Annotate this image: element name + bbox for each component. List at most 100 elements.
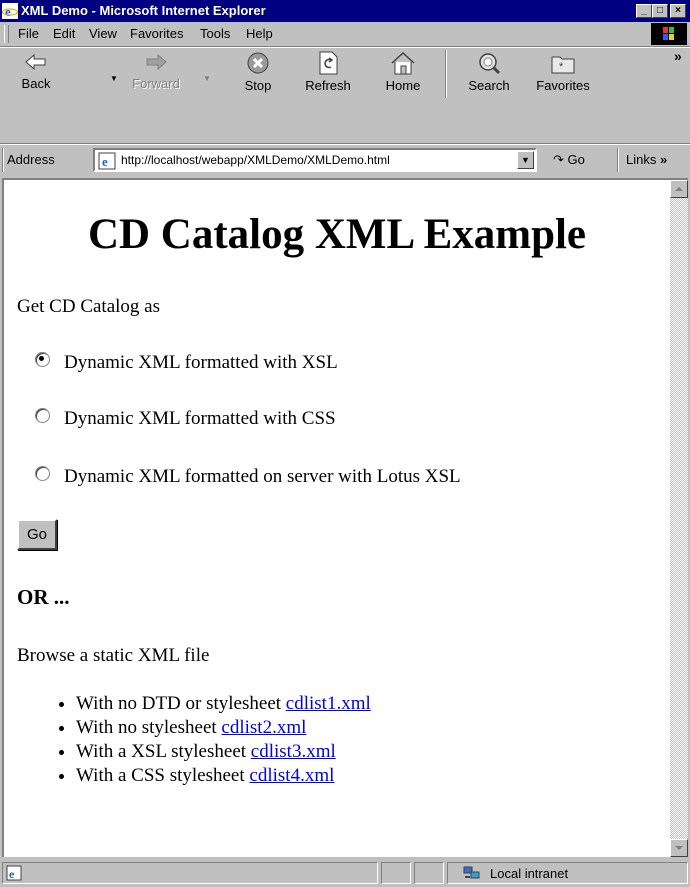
- status-bar: e Local intranet: [0, 859, 690, 887]
- file-link[interactable]: cdlist2.xml: [221, 717, 306, 738]
- links-grip[interactable]: [617, 148, 619, 172]
- option-xsl[interactable]: Dynamic XML formatted with XSL: [35, 352, 338, 374]
- home-icon: [391, 51, 415, 75]
- favorites-icon: *: [551, 56, 575, 74]
- menu-grip[interactable]: [4, 25, 9, 43]
- toolbar-overflow-button[interactable]: »: [674, 48, 682, 64]
- file-description: With a CSS stylesheet: [76, 765, 245, 786]
- scroll-up-button[interactable]: [670, 180, 688, 198]
- radio-css[interactable]: [35, 408, 50, 423]
- search-label: Search: [468, 78, 510, 93]
- links-overflow-icon: »: [659, 152, 668, 167]
- page-icon: e: [98, 152, 116, 170]
- option-lotus-xsl[interactable]: Dynamic XML formatted on server with Lot…: [35, 466, 461, 488]
- svg-text:e: e: [102, 154, 108, 169]
- menu-tools[interactable]: Tools: [200, 26, 230, 41]
- search-button[interactable]: Search: [460, 50, 518, 100]
- radio-lotus-xsl[interactable]: [35, 466, 50, 481]
- address-input[interactable]: e http://localhost/webapp/XMLDemo/XMLDem…: [93, 148, 537, 172]
- file-description: With no DTD or stylesheet: [76, 693, 282, 714]
- page-content: CD Catalog XML Example Get CD Catalog as…: [4, 180, 670, 857]
- address-bar: Address e http://localhost/webapp/XMLDem…: [0, 145, 690, 175]
- maximize-button[interactable]: □: [652, 4, 668, 18]
- list-item: With no stylesheet cdlist2.xml: [76, 716, 371, 740]
- radio-xsl[interactable]: [35, 352, 50, 367]
- radio-selected-dot: [39, 356, 44, 361]
- back-label: Back: [21, 76, 51, 91]
- refresh-button[interactable]: Refresh: [298, 50, 358, 100]
- stop-label: Stop: [244, 78, 272, 93]
- back-button[interactable]: Back: [12, 50, 60, 100]
- file-list: With no DTD or stylesheet cdlist1.xml Wi…: [48, 692, 371, 788]
- menu-favorites[interactable]: Favorites: [130, 26, 183, 41]
- forward-button[interactable]: Forward: [126, 50, 186, 100]
- home-label: Home: [385, 78, 421, 93]
- address-go-button[interactable]: ↷ Go: [553, 152, 585, 168]
- status-zone-text: Local intranet: [490, 866, 569, 881]
- back-dropdown-icon[interactable]: ▼: [110, 74, 118, 83]
- home-button[interactable]: Home: [378, 50, 428, 100]
- close-button[interactable]: ×: [670, 4, 686, 18]
- minimize-button[interactable]: _: [636, 4, 652, 18]
- stop-icon: [247, 52, 269, 74]
- refresh-icon: [319, 51, 338, 75]
- windows-logo-icon: [651, 23, 687, 45]
- search-icon: [479, 53, 501, 75]
- menu-help[interactable]: Help: [246, 26, 273, 41]
- title-bar[interactable]: e XML Demo - Microsoft Internet Explorer…: [0, 0, 690, 22]
- vertical-scrollbar[interactable]: [670, 180, 688, 857]
- stop-button[interactable]: Stop: [235, 50, 281, 100]
- svg-text:e: e: [5, 4, 11, 19]
- scroll-up-icon: [675, 187, 683, 191]
- file-link[interactable]: cdlist3.xml: [251, 741, 336, 762]
- file-description: With no stylesheet: [76, 717, 217, 738]
- status-panel-secure: [414, 862, 444, 884]
- menu-file[interactable]: File: [18, 26, 39, 41]
- forward-label: Forward: [132, 76, 180, 91]
- links-button[interactable]: Links »: [626, 152, 667, 167]
- go-arrow-icon: ↷: [553, 152, 568, 167]
- internet-explorer-icon: e: [2, 3, 18, 19]
- address-go-label: Go: [567, 152, 585, 167]
- option-lotus-xsl-label: Dynamic XML formatted on server with Lot…: [64, 466, 461, 487]
- submit-go-button[interactable]: Go: [17, 519, 57, 550]
- address-url: http://localhost/webapp/XMLDemo/XMLDemo.…: [121, 153, 390, 167]
- scroll-down-button[interactable]: [670, 839, 688, 857]
- option-css[interactable]: Dynamic XML formatted with CSS: [35, 408, 336, 430]
- menu-edit[interactable]: Edit: [53, 26, 75, 41]
- forward-dropdown-icon[interactable]: ▼: [203, 74, 211, 83]
- address-dropdown-button[interactable]: ▼: [517, 151, 534, 169]
- page-status-icon: e: [6, 865, 22, 881]
- scroll-down-icon: [675, 846, 683, 850]
- address-label: Address: [7, 152, 55, 167]
- or-heading: OR ...: [17, 585, 70, 609]
- favorites-label: Favorites: [536, 78, 590, 93]
- page-title: CD Catalog XML Example: [87, 211, 587, 258]
- refresh-label: Refresh: [305, 78, 351, 93]
- file-link[interactable]: cdlist1.xml: [286, 693, 371, 714]
- window-title: XML Demo - Microsoft Internet Explorer: [21, 3, 266, 18]
- toolbar-divider: [445, 50, 447, 98]
- browser-window: e XML Demo - Microsoft Internet Explorer…: [0, 0, 690, 887]
- favorites-button[interactable]: * Favorites: [528, 50, 598, 100]
- menu-bar: File Edit View Favorites Tools Help: [0, 22, 690, 46]
- forward-arrow-icon: [146, 53, 167, 71]
- menu-view[interactable]: View: [89, 26, 117, 41]
- list-item: With no DTD or stylesheet cdlist1.xml: [76, 692, 371, 716]
- option-css-label: Dynamic XML formatted with CSS: [64, 408, 336, 429]
- status-panel-progress: [381, 862, 411, 884]
- links-label: Links: [626, 152, 657, 167]
- browse-text: Browse a static XML file: [17, 645, 210, 666]
- file-description: With a XSL stylesheet: [76, 741, 247, 762]
- status-text-panel: e: [2, 862, 378, 884]
- toolbar-separator: [0, 46, 690, 48]
- option-xsl-label: Dynamic XML formatted with XSL: [64, 352, 338, 373]
- list-item: With a XSL stylesheet cdlist3.xml: [76, 740, 371, 764]
- svg-text:e: e: [9, 867, 15, 881]
- list-item: With a CSS stylesheet cdlist4.xml: [76, 764, 371, 788]
- file-link[interactable]: cdlist4.xml: [249, 765, 334, 786]
- svg-text:*: *: [559, 61, 564, 73]
- back-arrow-icon: [25, 53, 46, 71]
- address-grip[interactable]: [2, 148, 4, 172]
- local-intranet-icon: [463, 866, 480, 879]
